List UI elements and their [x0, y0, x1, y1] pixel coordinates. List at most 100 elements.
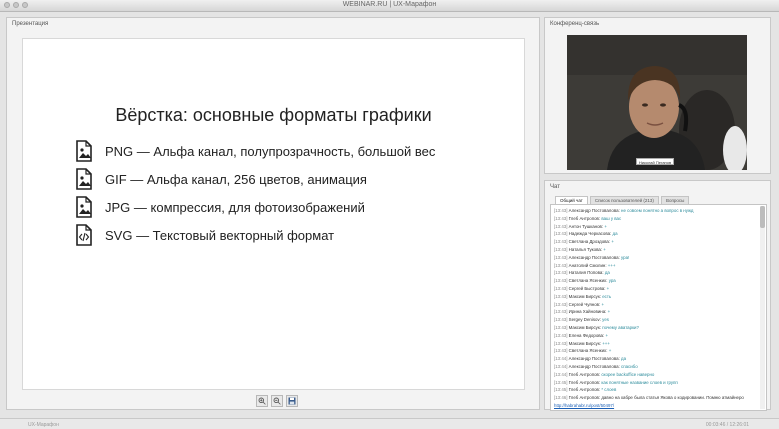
chat-message: [13:43] Антон Тушканов: +: [554, 223, 607, 230]
chat-message-author: Антон Тушканов:: [568, 223, 604, 229]
chat-message-author: Светлана Ясенких:: [568, 278, 608, 284]
chat-message-author: Ирина Хайновина:: [568, 309, 607, 315]
chat-message-author: Sergey Denisov:: [568, 317, 601, 323]
slide-title: Вёрстка: основные форматы графики: [115, 105, 432, 125]
chat-message-time: [13:44]: [554, 371, 568, 377]
chat-message-list[interactable]: [13:43] Александр Постовалова: не совсем…: [550, 204, 767, 411]
chat-message-time: [13:43]: [554, 309, 568, 315]
chat-message-text: да: [612, 231, 618, 237]
chat-message-text: +++: [607, 262, 616, 268]
chat-scrollbar[interactable]: [760, 206, 765, 409]
chat-message-author: Александр Постовалова:: [568, 364, 620, 369]
chat-message-author: Глеб Антропов:: [568, 379, 601, 385]
chat-message-time: [13:43]: [554, 239, 568, 245]
chat-message-time: [13:46]: [554, 395, 568, 401]
slide-bullet-png: PNG — Альфа канал, полупрозрачность, бол…: [75, 140, 435, 162]
chat-message-time: [13:43]: [554, 278, 568, 284]
window-titlebar: WEBINAR.RU | UX-Марафон: [0, 0, 779, 12]
chat-message-author: Глеб Антропов:: [568, 395, 601, 401]
chat-message-author: Анатолий Смолин:: [568, 262, 607, 268]
webcam-video[interactable]: [567, 35, 747, 170]
chat-message-text: +: [601, 301, 605, 307]
chat-message: [13:46] Глеб Антропов: давно на хабре бы…: [554, 394, 744, 401]
chat-message-author: Надежда Черкасова:: [568, 231, 612, 237]
chat-message-author: Александр Постовалова:: [568, 208, 620, 213]
chat-message-link[interactable]: http://habrahabr.ru/post/50497/: [554, 403, 614, 408]
zoom-in-button[interactable]: [256, 395, 268, 407]
chat-message: [13:43] Глеб Антропов: ваш у вас: [554, 215, 621, 222]
chat-message-text: да: [604, 270, 610, 276]
chat-message-author: Глеб Антропов:: [568, 387, 601, 393]
chat-message-text: ура!: [621, 254, 630, 260]
chat-message-text: ура: [608, 278, 616, 284]
chat-message: [13:43] Наталия Попова: да: [554, 269, 610, 276]
status-time: 00:03:46 / 12:26:01: [705, 422, 749, 428]
chat-message: [13:45] Глеб Антропов: * слоев: [554, 386, 616, 393]
chat-message-text: да: [621, 356, 627, 362]
chat-message-time: [13:43]: [554, 317, 568, 323]
chat-message-time: [13:43]: [554, 254, 568, 260]
chat-message-text: +: [608, 348, 612, 354]
slide-bullet-text: GIF — Альфа канал, 256 цветов, анимация: [105, 171, 367, 187]
chat-message-time: [13:43]: [554, 231, 568, 237]
chat-panel: Чат Общий чат Список пользователей (213)…: [544, 180, 771, 411]
chat-message: [13:44] Глеб Антропов: скорее backoffice…: [554, 371, 654, 378]
chat-message: [13:43] Максим Бирсук: есть: [554, 293, 611, 300]
chat-label: Чат: [550, 184, 560, 190]
chat-tabs: Общий чат Список пользователей (213) Воп…: [555, 196, 690, 204]
chat-message: [13:43] Максим Бирсук: почему аватарки?: [554, 324, 639, 331]
chat-message: http://habrahabr.ru/post/50497/: [554, 402, 614, 409]
save-icon: [288, 397, 296, 405]
image-file-icon: [76, 196, 92, 218]
chat-message-time: [13:45]: [554, 387, 568, 393]
slide-bullet-text: PNG — Альфа канал, полупрозрачность, бол…: [105, 143, 436, 159]
chat-message-text: +: [607, 309, 611, 315]
chat-message-time: [13:45]: [554, 379, 568, 385]
chat-message-author: Глеб Антропов:: [568, 215, 601, 221]
chat-message-author: Максим Бирсук:: [568, 340, 601, 346]
image-file-icon: [76, 140, 92, 162]
tab-general-chat[interactable]: Общий чат: [555, 196, 588, 204]
chat-message-text: +: [604, 223, 607, 229]
chat-message-author: Наталия Попова:: [568, 270, 604, 276]
zoom-in-icon: [258, 397, 266, 405]
chat-message-author: Сергей Чуянов:: [568, 301, 601, 307]
window-title: WEBINAR.RU | UX-Марафон: [342, 1, 437, 8]
chat-message-text: как понятные название слоев и групп: [601, 379, 678, 385]
chat-message-time: [13:43]: [554, 215, 568, 221]
chat-message-text: давно на хабре была статья Якова о кодир…: [601, 395, 744, 401]
presentation-label: Презентация: [12, 21, 49, 27]
chat-message-time: [13:44]: [554, 364, 568, 369]
tab-user-list[interactable]: Список пользователей (213): [589, 196, 659, 204]
zoom-out-icon: [273, 397, 281, 405]
chat-message-time: [13:43]: [554, 223, 568, 229]
chat-message-author: Максим Бирсук:: [568, 293, 601, 299]
chat-message-text: +: [603, 247, 606, 252]
zoom-out-button[interactable]: [271, 395, 283, 407]
chat-message-text: +: [606, 286, 610, 291]
chat-message-time: [13:44]: [554, 356, 568, 362]
chat-message-text: не совсем понятно а вопрос в нужд: [621, 208, 694, 213]
chat-message-text: скорее backoffice наверно: [601, 371, 655, 377]
slide-bullet-text: JPG — компрессия, для фотоизображений: [105, 199, 365, 215]
chat-message-text: +++: [602, 340, 610, 346]
chat-message: [13:43] Александр Постовалова: не совсем…: [554, 207, 693, 214]
tab-questions[interactable]: Вопросы: [660, 196, 690, 204]
status-bar: UX-Марафон 00:03:46 / 12:26:01: [0, 418, 779, 429]
chat-message: [13:43] Ирина Хайновина: +: [554, 308, 610, 315]
chat-scrollbar-thumb[interactable]: [760, 206, 765, 228]
chat-message: [13:43] Надежда Черкасова: да: [554, 230, 618, 237]
chat-message-time: [13:43]: [554, 340, 568, 346]
chat-message-time: [13:43]: [554, 286, 568, 291]
chat-message: [13:43] Максим Бирсук: +++: [554, 340, 610, 347]
chat-message: [13:43] Анатолий Смолин: +++: [554, 262, 616, 269]
chat-message-time: [13:43]: [554, 208, 568, 213]
chat-message-time: [13:43]: [554, 325, 568, 330]
chat-message-author: Светлана Ясенких:: [568, 348, 608, 354]
chat-message-author: Светлана Дроздова:: [568, 239, 611, 245]
save-button[interactable]: [286, 395, 298, 407]
conference-label: Конференц-связь: [550, 21, 600, 27]
chat-message: [13:43] Наталья Тукова: +: [554, 246, 606, 253]
chat-message: [13:45] Глеб Антропов: как понятные назв…: [554, 379, 678, 386]
chat-message-author: Елена Федорова:: [568, 332, 605, 338]
